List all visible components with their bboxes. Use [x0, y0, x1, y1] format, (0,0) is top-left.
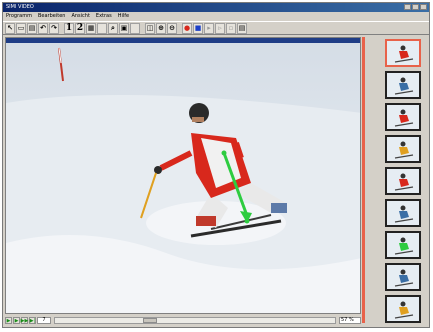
menu-ansicht[interactable]: Ansicht	[71, 12, 89, 21]
thumbnail-image	[387, 297, 419, 321]
stop-button[interactable]: ■	[193, 22, 203, 34]
view-two-button[interactable]: 2	[75, 22, 85, 34]
view-one-button[interactable]: 1	[64, 22, 74, 34]
thumbnail-image	[387, 105, 419, 129]
grid-button[interactable]: ▦	[86, 22, 96, 34]
play-forward-button[interactable]: ▶	[13, 317, 20, 324]
menu-bar: Programm Bearbeiten Ansicht Extras Hilfe	[3, 12, 429, 21]
play-grey-button[interactable]: ▸	[204, 22, 214, 34]
frame-thumbnail[interactable]	[385, 231, 421, 259]
timeline-thumb[interactable]	[143, 318, 157, 323]
frame-thumbnail[interactable]	[385, 71, 421, 99]
pointer-tool-button[interactable]: ↖	[5, 22, 15, 34]
disabled-button[interactable]	[130, 22, 140, 34]
frame-counter[interactable]: 7	[37, 317, 51, 324]
frame-thumbnail[interactable]	[385, 135, 421, 163]
zoom-field[interactable]: 57 %	[339, 317, 361, 324]
thumbnail-panel	[368, 37, 429, 327]
zoom-button[interactable]: ⌕	[108, 22, 118, 34]
frame-thumbnail[interactable]	[385, 39, 421, 67]
export-button[interactable]: ▤	[237, 22, 247, 34]
play-button[interactable]: ▶	[5, 317, 12, 324]
ski-frame	[6, 43, 360, 313]
thumbnail-image	[387, 137, 419, 161]
toolbar-separator	[141, 23, 144, 34]
playback-bar: ▶ ▶ ▶▶ ▶| 7 57 %	[5, 316, 361, 325]
step-end-button[interactable]: ▶|	[29, 317, 36, 324]
frame-thumbnail[interactable]	[385, 199, 421, 227]
menu-bearbeiten[interactable]: Bearbeiten	[38, 12, 65, 21]
menu-extras[interactable]: Extras	[96, 12, 112, 21]
thumbnail-image	[387, 73, 419, 97]
menu-hilfe[interactable]: Hilfe	[118, 12, 129, 21]
undo-button[interactable]: ↶	[38, 22, 48, 34]
thumbnail-image	[387, 233, 419, 257]
frame-grey-button[interactable]: ▫	[226, 22, 236, 34]
close-icon[interactable]	[420, 4, 427, 10]
step-grey-button[interactable]: ▹	[215, 22, 225, 34]
toolbar: ↖ ▭ ▤ ↶ ↷ 1 2 ▦ ⌕ ▣ ◫ ⊕ ⊖ ● ■ ▸ ▹ ▫ ▤	[3, 21, 429, 35]
frame-thumbnail[interactable]	[385, 263, 421, 291]
maximize-icon[interactable]	[412, 4, 419, 10]
zoom-out-button[interactable]: ⊖	[167, 22, 177, 34]
open-button[interactable]: ▭	[16, 22, 26, 34]
redo-button[interactable]: ↷	[49, 22, 59, 34]
toolbar-separator	[178, 23, 181, 34]
window-title: SIMI VIDEO	[6, 4, 34, 10]
title-bar: SIMI VIDEO	[3, 3, 429, 12]
toolbar-separator	[60, 23, 63, 34]
app-window: SIMI VIDEO Programm Bearbeiten Ansicht E…	[2, 2, 430, 328]
monitor-button[interactable]: ▣	[119, 22, 129, 34]
frame-thumbnail[interactable]	[385, 103, 421, 131]
frame-thumbnail[interactable]	[385, 167, 421, 195]
record-button[interactable]: ●	[182, 22, 192, 34]
blank-button[interactable]	[97, 22, 107, 34]
video-viewport[interactable]	[5, 37, 361, 314]
menu-programm[interactable]: Programm	[6, 12, 32, 21]
frame-thumbnail[interactable]	[385, 295, 421, 323]
zoom-in-button[interactable]: ⊕	[156, 22, 166, 34]
measure-button[interactable]: ◫	[145, 22, 155, 34]
thumbnail-image	[387, 265, 419, 289]
fast-forward-button[interactable]: ▶▶	[21, 317, 28, 324]
timeline-scrollbar[interactable]	[54, 317, 336, 324]
panel-divider[interactable]	[362, 37, 365, 323]
minimize-icon[interactable]	[404, 4, 411, 10]
thumbnail-image	[387, 201, 419, 225]
thumbnail-image	[387, 41, 419, 65]
thumbnail-image	[387, 169, 419, 193]
save-button[interactable]: ▤	[27, 22, 37, 34]
